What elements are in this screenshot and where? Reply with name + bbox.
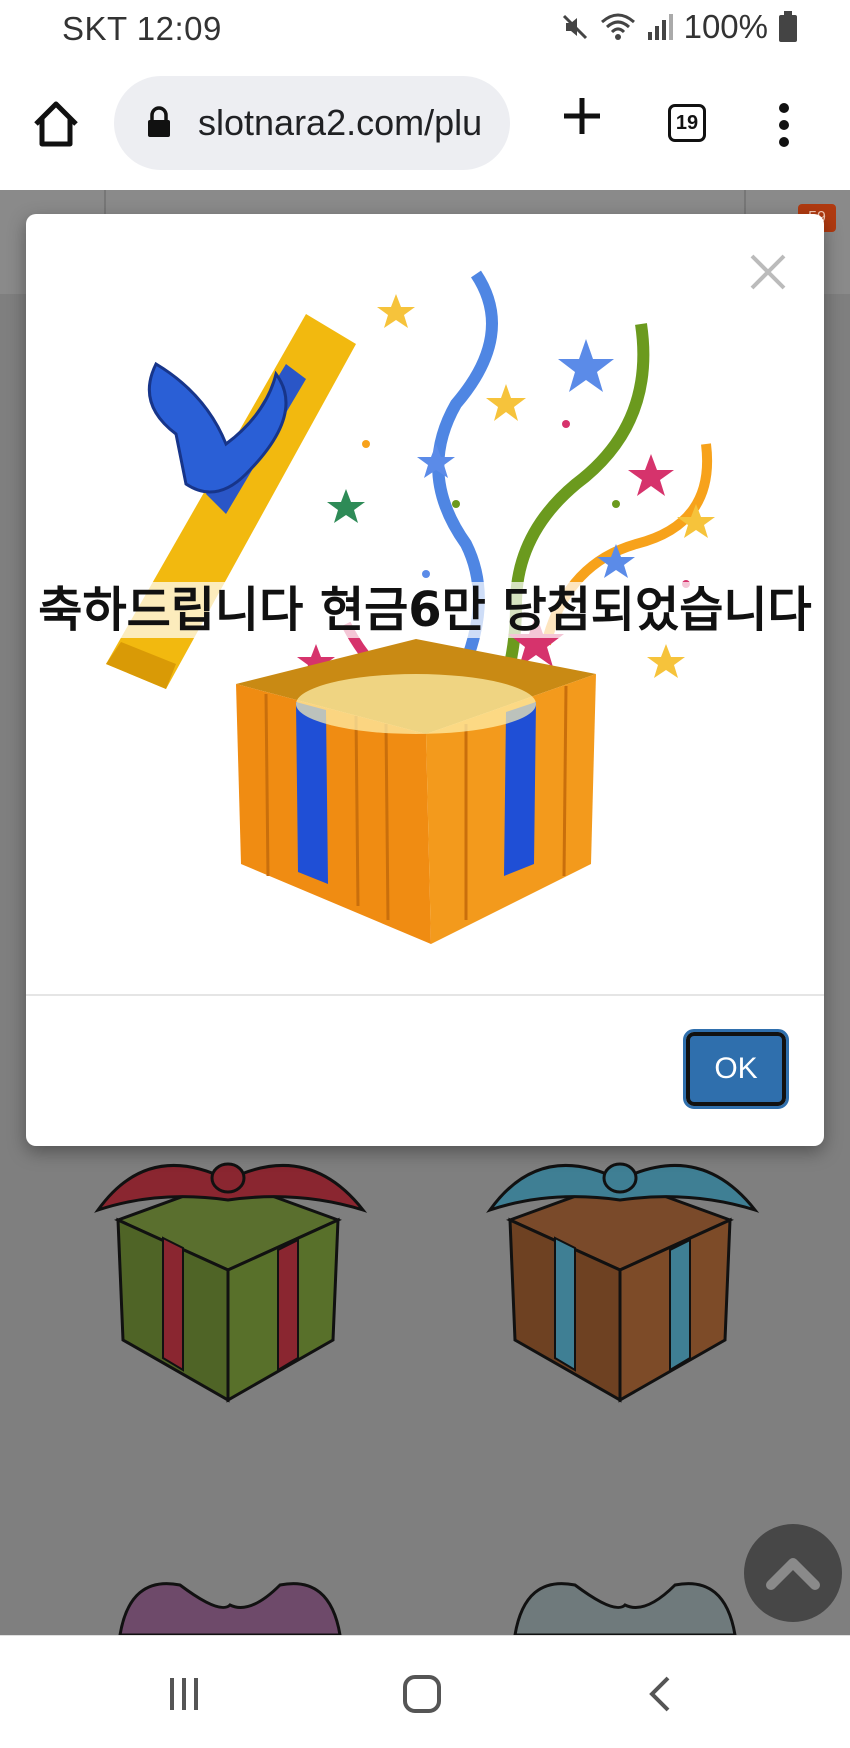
url-text: slotnara2.com/plu: [198, 102, 483, 143]
battery-icon: [778, 11, 798, 43]
system-nav-bar: [0, 1635, 850, 1748]
ok-button[interactable]: OK: [683, 1029, 789, 1109]
more-icon: [779, 103, 789, 147]
mute-icon: [560, 12, 590, 42]
modal-footer: OK: [26, 994, 824, 1146]
prize-message: 축하드립니다 현금6만 당첨되었습니다: [26, 564, 824, 656]
status-icons: 100%: [560, 8, 798, 46]
back-button[interactable]: [644, 1674, 674, 1719]
more-button[interactable]: [772, 102, 796, 148]
new-tab-icon: [564, 98, 600, 134]
home-button[interactable]: [30, 98, 82, 150]
battery-percent: 100%: [683, 8, 768, 45]
gift-box-green[interactable]: [88, 1140, 378, 1410]
recent-apps-button[interactable]: [164, 1674, 204, 1719]
carrier-time: SKT 12:09: [62, 10, 222, 47]
chevron-up-icon: [766, 1558, 820, 1590]
scroll-to-top-button[interactable]: [744, 1524, 842, 1622]
home-icon: [34, 101, 78, 147]
prize-modal: 축하드립니다 현금6만 당첨되었습니다 OK: [26, 214, 824, 1146]
signal-icon: [646, 12, 674, 42]
recent-apps-icon: [170, 1678, 198, 1710]
gift-box-orange[interactable]: [480, 1140, 770, 1410]
home-nav-button[interactable]: [402, 1674, 442, 1719]
gift-box-gray[interactable]: [495, 1575, 755, 1635]
tab-switcher-button[interactable]: 19: [668, 104, 706, 142]
browser-toolbar: slotnara2.com/plu 19: [0, 56, 850, 191]
close-icon: [750, 254, 786, 290]
new-tab-button[interactable]: [558, 92, 606, 140]
prize-message-text: 축하드립니다 현금6만 당첨되었습니다: [32, 582, 818, 638]
status-bar: SKT 12:09 100%: [0, 0, 850, 56]
lock-icon: [146, 106, 172, 143]
address-bar[interactable]: slotnara2.com/plu: [114, 76, 510, 170]
home-nav-icon: [403, 1675, 441, 1713]
wifi-icon: [600, 12, 636, 42]
modal-body: 축하드립니다 현금6만 당첨되었습니다: [26, 214, 824, 994]
back-icon: [649, 1676, 670, 1712]
gift-box-purple[interactable]: [100, 1575, 360, 1635]
close-button[interactable]: [748, 252, 788, 292]
